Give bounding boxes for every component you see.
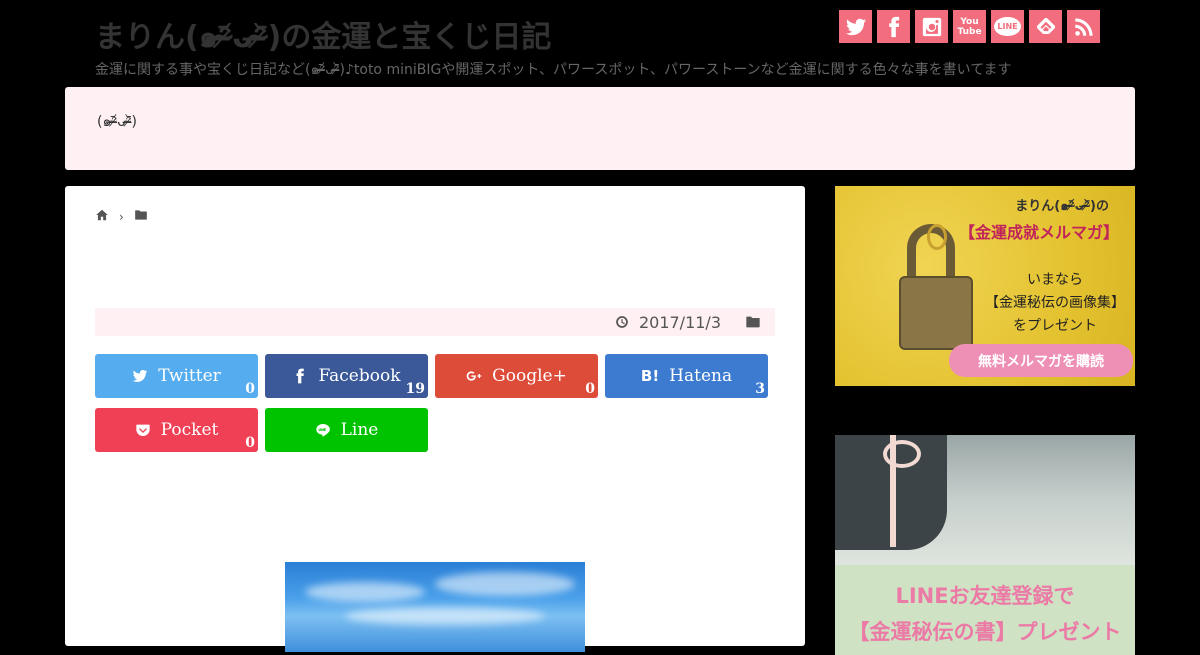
banner-line: いまなら — [1027, 272, 1083, 288]
banner-line: をプレゼント — [1013, 318, 1097, 334]
share-label: Line — [340, 420, 379, 440]
hatena-icon: B! — [640, 367, 660, 385]
post-date: 2017/11/3 — [638, 312, 721, 332]
mail-magazine-banner[interactable]: まりん(๑ᵔ̴̶̷᷄ᴗᵔ̴̶̷᷅)の 【金運成就メルマガ】 いまなら 【金運秘伝… — [835, 186, 1135, 386]
share-facebook-button[interactable]: Facebook 19 — [265, 354, 428, 398]
banner-title: LINEお友達登録で — [895, 584, 1075, 608]
post-meta: 2017/11/3 — [95, 308, 775, 336]
line-friend-banner[interactable]: LINEお友達登録で 【金運秘伝の書】プレゼント — [835, 435, 1135, 655]
share-twitter-button[interactable]: Twitter 0 — [95, 354, 258, 398]
share-buttons: Twitter 0 Facebook 19 Google+ 0 B! Haten… — [95, 354, 785, 452]
home-icon — [96, 209, 108, 221]
site-description: 金運に関する事や宝くじ日記など(๑ᵔ̴̶̷᷄ᴗᵔ̴̶̷᷅)♪toto miniB… — [95, 62, 1012, 78]
breadcrumb: › — [95, 208, 148, 225]
share-label: Pocket — [160, 420, 219, 440]
rss-link[interactable] — [1067, 10, 1100, 43]
breadcrumb-category[interactable] — [134, 208, 148, 225]
share-label: Hatena — [669, 366, 733, 386]
notice-text: (๑ᵔ̴̶̷᷄ᴗᵔ̴̶̷᷅) — [97, 114, 137, 130]
folder-icon — [134, 210, 147, 220]
instagram-icon — [922, 17, 941, 36]
pocket-icon — [135, 424, 150, 436]
share-line-button[interactable]: Line — [265, 408, 428, 452]
banner-title: まりん(๑ᵔ̴̶̷᷄ᴗᵔ̴̶̷᷅)の — [1015, 199, 1109, 214]
instagram-link[interactable] — [915, 10, 948, 43]
facebook-icon — [297, 368, 305, 384]
line-icon — [315, 424, 330, 437]
post-image — [285, 562, 585, 652]
share-count: 0 — [245, 381, 255, 397]
share-count: 3 — [755, 381, 765, 397]
facebook-link[interactable] — [877, 10, 910, 43]
clock-icon — [616, 316, 628, 328]
facebook-icon — [888, 16, 899, 37]
share-hatena-button[interactable]: B! Hatena 3 — [605, 354, 768, 398]
share-count: 0 — [585, 381, 595, 397]
youtube-link[interactable]: You Tube — [953, 10, 986, 43]
share-count: 19 — [405, 381, 425, 397]
site-title[interactable]: まりん(๑ᵔ̴̶̷᷄ᴗᵔ̴̶̷᷅)の金運と宝くじ日記 — [95, 12, 551, 61]
post-category[interactable] — [745, 314, 761, 330]
social-links: You Tube LINE — [839, 10, 1100, 43]
subscribe-button[interactable]: 無料メルマガを購読 — [949, 344, 1133, 377]
google-plus-icon — [466, 371, 482, 381]
folder-icon — [746, 316, 760, 328]
feedly-icon — [1036, 17, 1055, 34]
share-label: Twitter — [158, 366, 221, 386]
breadcrumb-home[interactable] — [95, 208, 109, 225]
gift-box-image — [835, 435, 1135, 565]
notice-box: (๑ᵔ̴̶̷᷄ᴗᵔ̴̶̷᷅) — [65, 87, 1135, 170]
share-googleplus-button[interactable]: Google+ 0 — [435, 354, 598, 398]
share-count: 0 — [245, 435, 255, 451]
feedly-link[interactable] — [1029, 10, 1062, 43]
chevron-right-icon: › — [119, 209, 124, 224]
youtube-icon: You Tube — [957, 16, 982, 37]
banner-subtitle: 【金運成就メルマガ】 — [958, 223, 1119, 242]
share-label: Google+ — [492, 366, 567, 386]
twitter-icon — [132, 370, 148, 382]
line-link[interactable]: LINE — [991, 10, 1024, 43]
rss-icon — [1074, 17, 1093, 36]
twitter-icon — [845, 18, 866, 35]
line-icon: LINE — [994, 17, 1021, 36]
banner-subtitle: 【金運秘伝の書】プレゼント — [848, 620, 1122, 644]
share-pocket-button[interactable]: Pocket 0 — [95, 408, 258, 452]
twitter-link[interactable] — [839, 10, 872, 43]
share-label: Facebook — [318, 366, 401, 386]
main-content: › 2017/11/3 Twitter 0 Facebook 19 Google… — [65, 186, 805, 652]
banner-line: 【金運秘伝の画像集】 — [985, 295, 1125, 311]
